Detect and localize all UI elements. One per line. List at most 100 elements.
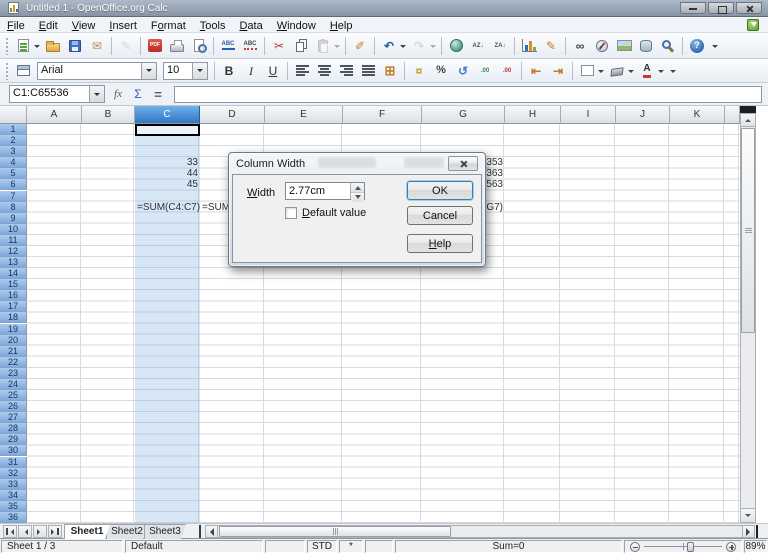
number-format-standard-button[interactable]: ↺ [452,60,474,82]
font-name-combo-dropdown-icon[interactable] [141,63,156,79]
toolbar-grip[interactable] [5,37,9,55]
zoom-button[interactable] [657,35,679,57]
menu-tools[interactable]: Tools [193,20,233,32]
spellcheck-button[interactable]: ABC [217,35,239,57]
decrease-indent-button[interactable]: ⇤ [525,60,547,82]
column-header-D[interactable]: D [200,106,265,124]
row-header-14[interactable]: 14 [0,268,27,279]
row-header-2[interactable]: 2 [0,135,27,146]
column-header-B[interactable]: B [82,106,135,124]
cancel-button[interactable]: Cancel [407,206,473,225]
zoom-slider[interactable] [624,540,742,553]
row-header-3[interactable]: 3 [0,146,27,157]
row-header-4[interactable]: 4 [0,157,27,168]
font-color-button[interactable]: A [636,60,666,82]
autospellcheck-button[interactable]: ABC [239,35,261,57]
dialog-close-button[interactable] [448,156,478,171]
menu-data[interactable]: Data [232,20,269,32]
update-notification-icon[interactable] [744,16,762,33]
menu-help[interactable]: Help [323,20,360,32]
menu-edit[interactable]: Edit [32,20,65,32]
row-header-17[interactable]: 17 [0,301,27,312]
row-header-32[interactable]: 32 [0,468,27,479]
name-box-value[interactable]: C1:C65536 [10,86,89,102]
font-size-combo-dropdown-icon[interactable] [192,63,207,79]
percent-button[interactable]: % [430,60,452,82]
row-header-30[interactable]: 30 [0,445,27,456]
menu-insert[interactable]: Insert [102,20,144,32]
font-size-combo[interactable]: 10 [163,62,208,80]
row-header-36[interactable]: 36 [0,512,27,523]
sheet-indicator[interactable]: Sheet 1 / 3 [1,540,123,553]
width-spinner[interactable]: 2.77cm [285,182,365,200]
maximize-button[interactable] [708,2,734,14]
borders-button[interactable] [576,60,606,82]
vertical-scrollbar-thumb[interactable] [741,128,755,333]
menu-window[interactable]: Window [270,20,323,32]
name-box[interactable]: C1:C65536 [9,85,105,103]
column-header-A[interactable]: A [27,106,82,124]
selection-mode[interactable]: STD [307,540,337,553]
ok-button[interactable]: OK [407,181,473,200]
column-header-G[interactable]: G [422,106,505,124]
sum-button[interactable]: Σ [128,84,148,104]
zoom-slider-track[interactable] [644,541,722,552]
close-button[interactable] [736,2,762,14]
width-input[interactable]: 2.77cm [286,183,350,199]
row-header-1[interactable]: 1 [0,124,27,135]
background-color-button[interactable] [606,60,636,82]
dialog-title-bar[interactable]: Column Width [232,153,482,174]
sheet-tab-sheet3[interactable]: Sheet3 [144,524,186,539]
tab-next-button[interactable] [33,525,47,538]
tab-last-button[interactable] [48,525,62,538]
row-header-35[interactable]: 35 [0,501,27,512]
hyperlink-button[interactable] [445,35,467,57]
align-justify-button[interactable] [357,60,379,82]
column-header-J[interactable]: J [616,106,670,124]
name-box-dropdown-icon[interactable] [89,86,104,102]
spin-up-button[interactable] [351,183,364,193]
row-header-15[interactable]: 15 [0,279,27,290]
new-document-button[interactable] [12,35,42,57]
menu-file[interactable]: File [0,20,32,32]
save-button[interactable] [64,35,86,57]
menu-format[interactable]: Format [144,20,193,32]
minimize-button[interactable] [680,2,706,14]
row-header-5[interactable]: 5 [0,168,27,179]
add-decimal-button[interactable]: .00 [474,60,496,82]
cell-C5[interactable]: 44 [135,168,200,179]
row-header-19[interactable]: 19 [0,324,27,335]
page-style[interactable]: Default [125,540,263,553]
column-header-I[interactable]: I [561,106,616,124]
row-header-18[interactable]: 18 [0,312,27,323]
row-header-22[interactable]: 22 [0,357,27,368]
zoom-out-button[interactable] [630,542,640,552]
open-button[interactable] [42,35,64,57]
email-button[interactable]: ✉ [86,35,108,57]
row-header-34[interactable]: 34 [0,490,27,501]
align-center-button[interactable] [313,60,335,82]
toolbar-grip[interactable] [5,62,9,80]
draw-functions-button[interactable]: ✎ [540,35,562,57]
vertical-split-handle[interactable] [740,106,756,113]
row-header-26[interactable]: 26 [0,401,27,412]
active-cell-border[interactable] [135,124,200,136]
find-replace-button[interactable]: ∞ [569,35,591,57]
page-preview-button[interactable] [188,35,210,57]
row-header-33[interactable]: 33 [0,479,27,490]
export-pdf-button[interactable]: PDF [144,35,166,57]
row-header-25[interactable]: 25 [0,390,27,401]
scroll-down-button[interactable] [740,508,756,523]
spin-down-button[interactable] [351,193,364,202]
delete-decimal-button[interactable]: .00 [496,60,518,82]
scroll-right-button[interactable] [742,525,755,538]
row-header-24[interactable]: 24 [0,379,27,390]
select-all-corner[interactable] [0,106,27,124]
bold-button[interactable]: B [218,60,240,82]
help-button[interactable]: Help [407,234,473,253]
zoom-slider-thumb[interactable] [687,542,694,552]
zoom-percent[interactable]: 89% [744,540,767,553]
scroll-up-button[interactable] [740,113,756,127]
undo-button[interactable]: ↶ [378,35,408,57]
font-size-combo-value[interactable]: 10 [164,63,192,79]
